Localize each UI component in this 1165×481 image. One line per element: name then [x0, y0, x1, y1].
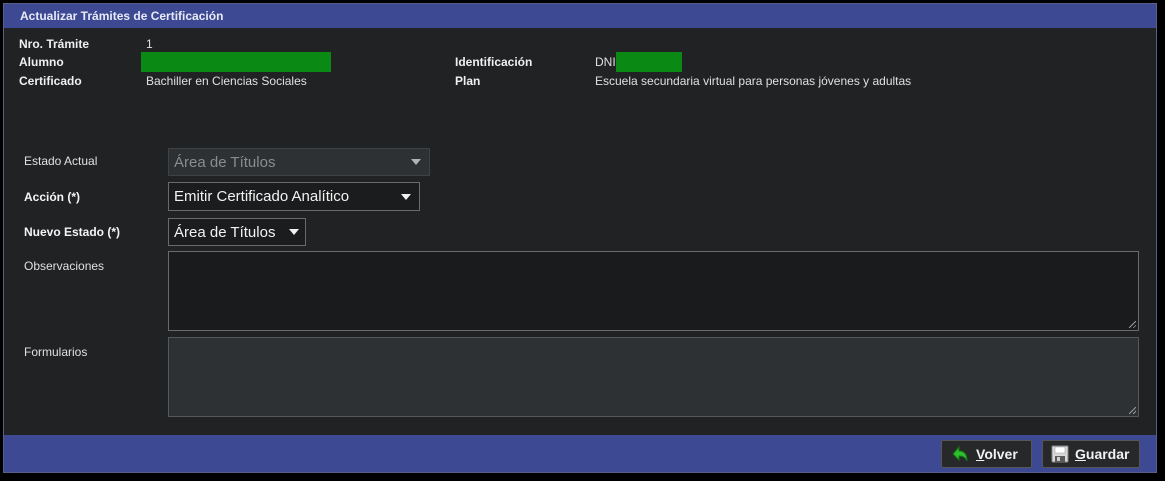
- observaciones-textarea[interactable]: [168, 251, 1139, 331]
- identificacion-value-redacted: [616, 52, 682, 72]
- plan-value: Escuela secundaria virtual para personas…: [595, 74, 912, 88]
- formularios-textarea: [168, 337, 1139, 417]
- estado-actual-value: Área de Títulos: [174, 153, 276, 171]
- tramite-value: 1: [146, 37, 153, 51]
- volver-button[interactable]: Volver: [941, 440, 1032, 468]
- guardar-label: uardar: [1085, 446, 1130, 462]
- dialog-window: Actualizar Trámites de Certificación Nro…: [3, 3, 1157, 473]
- formularios-label: Formularios: [24, 345, 88, 359]
- nuevo-estado-select[interactable]: Área de Títulos: [168, 218, 306, 246]
- nuevo-estado-label: Nuevo Estado (*): [24, 225, 121, 239]
- volver-label: olver: [984, 446, 1018, 462]
- nuevo-estado-value: Área de Títulos: [174, 223, 276, 241]
- accion-select[interactable]: Emitir Certificado Analítico: [168, 182, 420, 211]
- green-return-arrow-icon: [952, 445, 968, 462]
- dialog-title: Actualizar Trámites de Certificación: [4, 4, 1156, 28]
- dialog-footer: Volver Guardar: [4, 435, 1156, 472]
- resize-grip-icon: [1129, 407, 1136, 414]
- caret-down-icon: [289, 229, 299, 235]
- certificado-value: Bachiller en Ciencias Sociales: [146, 74, 307, 88]
- alumno-label: Alumno: [19, 55, 64, 69]
- floppy-disk-icon: [1051, 445, 1069, 463]
- certificado-label: Certificado: [19, 74, 82, 88]
- identificacion-label: Identificación: [455, 55, 533, 69]
- caret-down-icon: [411, 159, 421, 165]
- resize-grip-icon[interactable]: [1129, 321, 1136, 328]
- alumno-value-redacted: [141, 52, 331, 72]
- tramite-label: Nro. Trámite: [19, 37, 90, 51]
- accion-value: Emitir Certificado Analítico: [174, 188, 350, 205]
- accion-label: Acción (*): [24, 190, 81, 204]
- plan-label: Plan: [455, 74, 481, 88]
- estado-actual-label: Estado Actual: [24, 154, 98, 168]
- guardar-button[interactable]: Guardar: [1042, 440, 1140, 468]
- caret-down-icon: [401, 193, 411, 200]
- estado-actual-select: Área de Títulos: [168, 148, 430, 176]
- identificacion-prefix: DNI: [595, 55, 616, 69]
- observaciones-label: Observaciones: [24, 259, 105, 273]
- guardar-accesskey: G: [1075, 446, 1086, 462]
